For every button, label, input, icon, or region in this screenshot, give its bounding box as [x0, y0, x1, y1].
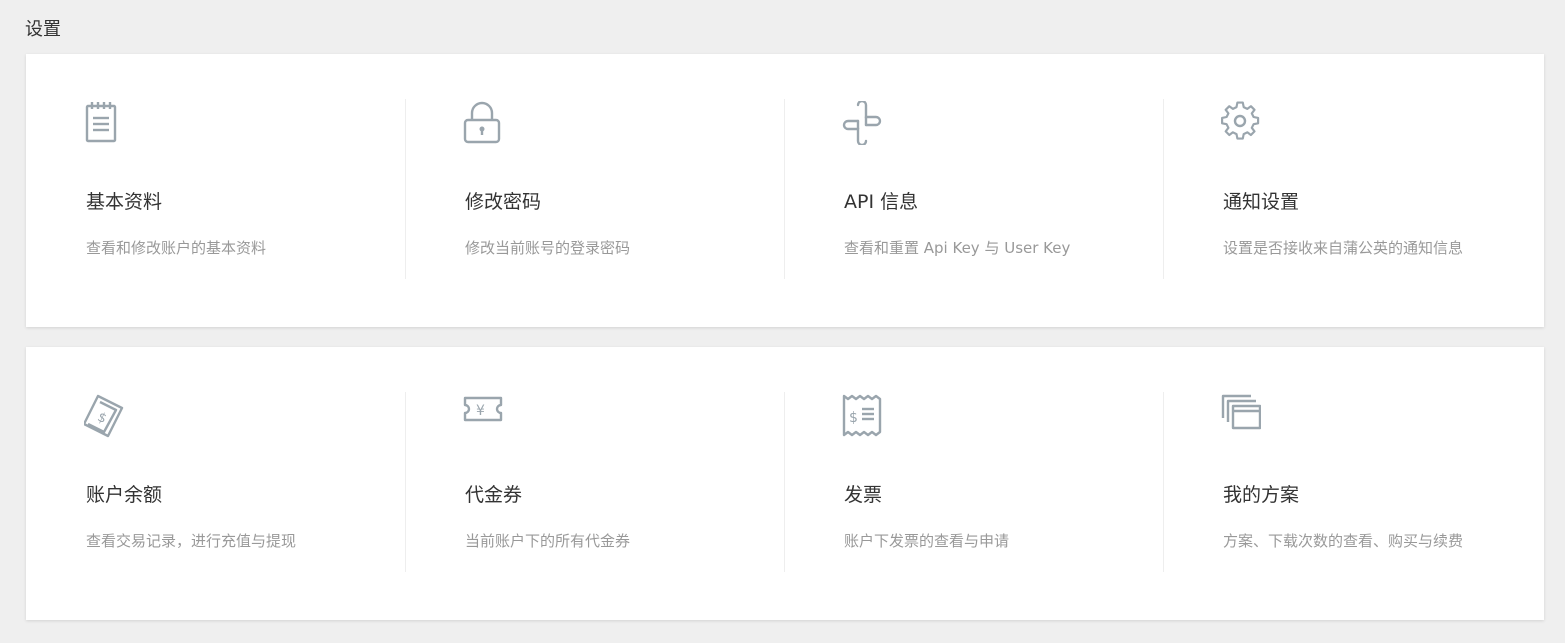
tile-desc: 账户下发票的查看与申请 [844, 532, 1010, 550]
tile-title: 代金券 [465, 484, 523, 506]
tile-desc: 查看交易记录，进行充值与提现 [86, 532, 297, 550]
settings-grid-row-2: $ 账户余额 查看交易记录，进行充值与提现 ¥ 代金券 当前账户下的所有代金券 … [26, 392, 1544, 572]
notepad-icon [84, 101, 124, 145]
tile-title: 修改密码 [465, 191, 542, 213]
svg-text:¥: ¥ [476, 403, 485, 419]
tile-title: 发票 [844, 484, 883, 506]
tile-desc: 修改当前账号的登录密码 [465, 239, 631, 257]
tile-desc: 设置是否接收来自蒲公英的通知信息 [1223, 239, 1464, 257]
tile-api-info[interactable]: API 信息 查看和重置 Api Key 与 User Key [784, 99, 1163, 279]
lock-icon [463, 101, 503, 145]
tile-title: 基本资料 [86, 191, 163, 213]
money-bill-icon: $ [82, 394, 124, 438]
tile-my-plan[interactable]: 我的方案 方案、下载次数的查看、购买与续费 [1163, 392, 1542, 572]
settings-card-account: 基本资料 查看和修改账户的基本资料 修改密码 修改当前账号的登录密码 API 信… [26, 54, 1544, 327]
receipt-icon: $ [842, 394, 882, 438]
settings-grid-row-1: 基本资料 查看和修改账户的基本资料 修改密码 修改当前账号的登录密码 API 信… [26, 99, 1544, 279]
yen-coupon-icon: ¥ [463, 394, 503, 438]
tile-desc: 方案、下载次数的查看、购买与续费 [1223, 532, 1464, 550]
settings-card-billing: $ 账户余额 查看交易记录，进行充值与提现 ¥ 代金券 当前账户下的所有代金券 … [26, 347, 1544, 620]
tile-change-password[interactable]: 修改密码 修改当前账号的登录密码 [405, 99, 784, 279]
tile-notification-settings[interactable]: 通知设置 设置是否接收来自蒲公英的通知信息 [1163, 99, 1542, 279]
tile-title: 账户余额 [86, 484, 163, 506]
page-title: 设置 [25, 19, 61, 40]
tile-desc: 查看和重置 Api Key 与 User Key [844, 239, 1071, 257]
api-link-icon [842, 99, 882, 147]
tile-invoice[interactable]: $ 发票 账户下发票的查看与申请 [784, 392, 1163, 572]
svg-text:$: $ [849, 410, 858, 426]
stacked-windows-icon [1221, 394, 1262, 438]
tile-desc: 当前账户下的所有代金券 [465, 532, 631, 550]
gear-icon [1221, 101, 1261, 145]
tile-account-balance[interactable]: $ 账户余额 查看交易记录，进行充值与提现 [26, 392, 405, 572]
tile-title: 我的方案 [1223, 484, 1300, 506]
tile-voucher[interactable]: ¥ 代金券 当前账户下的所有代金券 [405, 392, 784, 572]
tile-basic-info[interactable]: 基本资料 查看和修改账户的基本资料 [26, 99, 405, 279]
tile-desc: 查看和修改账户的基本资料 [86, 239, 267, 257]
tile-title: API 信息 [844, 191, 919, 213]
tile-title: 通知设置 [1223, 191, 1300, 213]
